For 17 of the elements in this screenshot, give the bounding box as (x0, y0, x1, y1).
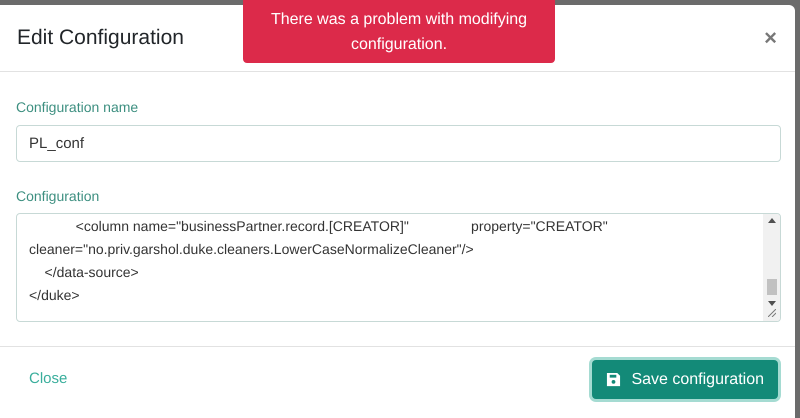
code-line: </duke> (29, 286, 81, 305)
field-label: Configuration name (16, 98, 140, 117)
configuration-name-field[interactable]: PL_conf (16, 125, 781, 162)
save-button[interactable]: Save configuration (592, 360, 778, 399)
close-button[interactable]: × (764, 27, 777, 49)
scroll-thumb[interactable] (766, 279, 776, 295)
field-label: Configuration (16, 187, 100, 206)
code-line: cleaner="no.priv.garshol.duke.cleaners.LowerCaseNormalizeCleaner"/> (29, 240, 475, 259)
dialog-title: Edit Configuration (17, 25, 184, 52)
configuration-textarea[interactable]: <column name="businessPartner.record.[CREATOR]" property="CREATOR" cleaner="no.priv.garshol.duke.cleaners.LowerCaseNormalizeCleaner"/> </data-source> </duke> (16, 213, 781, 322)
resize-grip-icon[interactable] (768, 309, 776, 317)
code-line: </data-source> (44, 263, 140, 282)
scroll-up-icon[interactable] (768, 218, 776, 223)
scroll-down-icon[interactable] (768, 301, 776, 306)
close-link[interactable]: Close (29, 368, 68, 391)
code-line: <column name="businessPartner.record.[CREATOR]" property="CREATOR" (74, 217, 609, 236)
toast-message: There was a problem with modifying configuration. (270, 10, 528, 54)
